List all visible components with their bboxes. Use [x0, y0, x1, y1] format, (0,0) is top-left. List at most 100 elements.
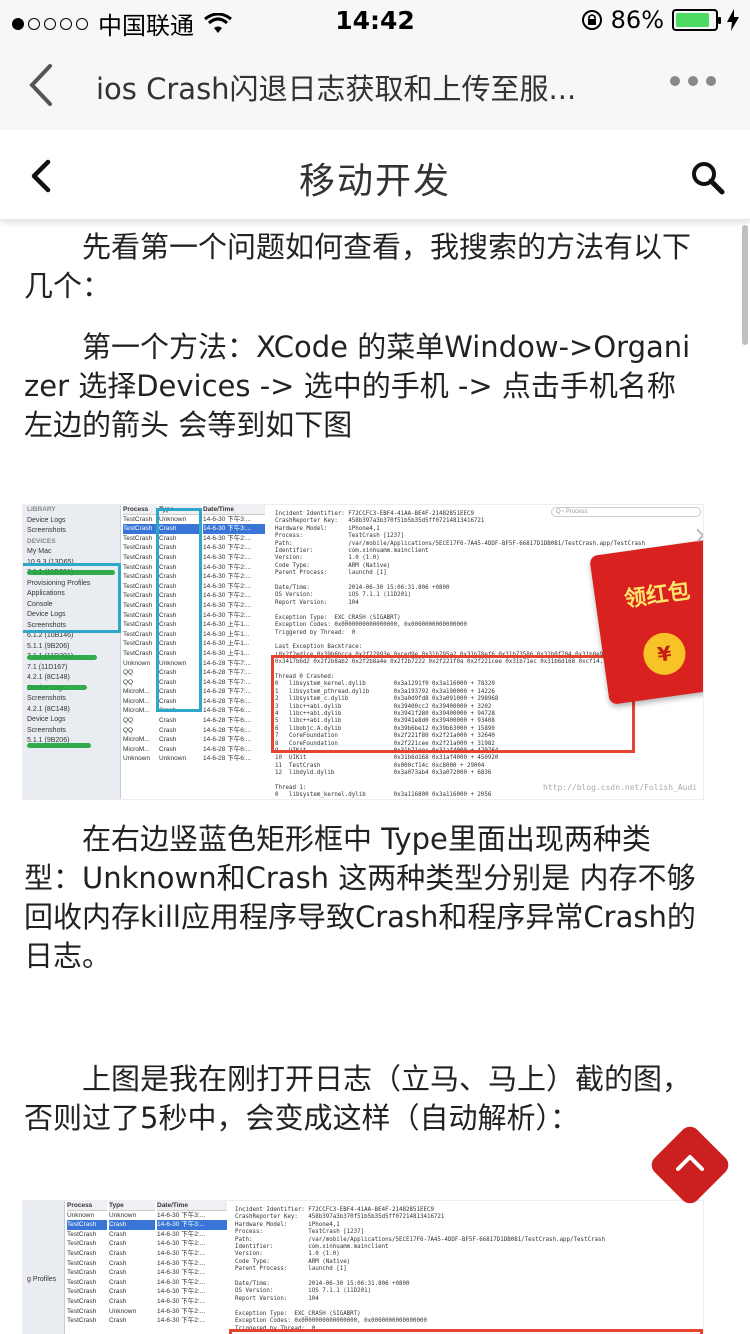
status-bar: 中国联通 14:42 86%: [0, 0, 750, 40]
process-cell: TestCrash: [123, 630, 153, 638]
battery-percent: 86%: [610, 6, 664, 34]
sidebar-item-cell: [23, 1222, 64, 1233]
date-cell: 14-6-30 下午2:...: [157, 1249, 206, 1257]
date-cell: 14-6-30 上午1...: [203, 649, 250, 657]
type-cell: Crash: [159, 717, 177, 725]
search-icon[interactable]: [690, 160, 726, 196]
process-cell: TestCrash: [123, 553, 153, 561]
sidebar-item-cell: [23, 1254, 64, 1265]
date-cell: 14-6-30 下午3:...: [157, 1220, 227, 1230]
date-cell: 14-6-28 下午6:...: [203, 707, 252, 715]
process-cell: MicroM...: [123, 736, 150, 744]
sidebar-item-cell: Screenshots: [27, 726, 66, 734]
sidebar-item-cell: Screenshots: [27, 695, 66, 702]
type-cell: Unknown: [109, 1307, 137, 1315]
process-cell: TestCrash: [123, 640, 153, 648]
redaction-mark: [27, 570, 115, 575]
thread-highlight-box: [271, 655, 635, 753]
process-cell: TestCrash: [123, 592, 153, 600]
date-cell: 14-6-30 下午2:...: [157, 1307, 206, 1315]
watermark: http://blog.csdn.net/Folish_Audi: [543, 783, 698, 792]
redaction-mark: [27, 685, 87, 690]
sidebar-item-cell: [23, 1212, 64, 1223]
sidebar-item-cell: [23, 1233, 64, 1244]
sidebar-item-cell: [23, 1296, 64, 1307]
sidebar-item-cell: DEVICES: [27, 537, 56, 545]
process-cell: Unknown: [123, 755, 151, 763]
process-column: Process TestCrash TestCrash TestCrash TestCr…: [123, 505, 157, 764]
thread-highlight-box: [229, 1329, 703, 1334]
article-paragraph-2: 第一个方法：XCode 的菜单Window->Organizer 选择Devic…: [24, 330, 691, 442]
process-cell: TestCrash: [67, 1317, 97, 1325]
date-cell: 14-6-28 下午6:...: [203, 697, 252, 705]
date-cell: 14-6-28 下午6:...: [203, 755, 252, 763]
screenshot-search-field: Q~ Process: [551, 507, 701, 517]
process-cell: TestCrash: [67, 1278, 97, 1286]
process-cell: TestCrash: [123, 649, 153, 657]
sidebar-item-cell: 4.2.1 (8C148): [27, 674, 70, 681]
process-cell: TestCrash: [123, 601, 153, 609]
screenshot-sidebar: LIBRARY Device Logs Screenshots DEVICES My M…: [23, 505, 121, 799]
date-cell: 14-6-30 下午2:...: [203, 534, 252, 542]
close-icon[interactable]: ×: [693, 521, 703, 549]
date-cell: 14-6-30 下午2:...: [203, 582, 252, 590]
sidebar-item-cell: [23, 1317, 64, 1328]
type-cell: Crash: [109, 1297, 127, 1305]
process-cell: TestCrash: [123, 582, 153, 590]
date-cell: 14-6-30 下午2:...: [157, 1297, 206, 1305]
red-envelope-ad[interactable]: 领红包 ¥: [589, 539, 703, 705]
date-column: Date/Time 14-6-30 下午3:... 14-6-30 下午3:... 1…: [203, 505, 265, 764]
date-cell: 14-6-30 下午2:...: [157, 1269, 206, 1277]
process-cell: TestCrash: [123, 515, 153, 523]
article-content: 先看第一个问题如何查看，我搜索的方法有以下几个： 第一个方法：XCode 的菜单…: [0, 222, 750, 1334]
type-cell: Crash: [159, 745, 177, 753]
type-cell: Unknown: [109, 1211, 137, 1219]
chevron-up-icon[interactable]: [672, 1145, 708, 1181]
date-cell: 14-6-28 下午6:...: [203, 745, 252, 753]
type-cell: Crash: [109, 1220, 155, 1230]
redaction-mark: [27, 743, 91, 748]
sidebar-item-cell: My Mac: [27, 548, 52, 555]
date-cell: 14-6-30 下午3:...: [203, 524, 265, 534]
type-cell: Crash: [109, 1249, 127, 1257]
process-cell: Unknown: [67, 1211, 95, 1219]
date-cell: 14-6-30 下午2:...: [203, 563, 252, 571]
sidebar-item-cell: Device Logs: [27, 716, 66, 723]
process-cell: TestCrash: [67, 1240, 97, 1248]
sidebar-item-cell: [23, 1285, 64, 1296]
date-cell: 14-6-30 上午1...: [203, 621, 250, 629]
date-cell: Date/Time: [157, 1201, 227, 1211]
date-cell: 14-6-30 下午2:...: [203, 601, 252, 609]
process-cell: QQ: [123, 726, 134, 734]
date-cell: 14-6-28 下午7:...: [203, 669, 252, 677]
date-cell: 14-6-30 上午1...: [203, 640, 250, 648]
red-envelope-label: 领红包: [622, 578, 692, 613]
type-cell: Crash: [159, 736, 177, 744]
process-cell: MicroM...: [123, 688, 150, 696]
date-cell: 14-6-30 下午2:...: [203, 592, 252, 600]
type-cell: Type: [109, 1201, 155, 1211]
coin-icon: ¥: [640, 630, 689, 678]
orientation-lock-icon: [581, 10, 602, 30]
back-icon[interactable]: [22, 60, 62, 110]
sidebar-item-cell: Screenshots: [27, 527, 66, 534]
process-cell: QQ: [123, 669, 134, 677]
article-paragraph-1: 先看第一个问题如何查看，我搜索的方法有以下几个：: [24, 230, 692, 303]
sidebar-item-cell: 7.1 (11D167): [27, 663, 68, 671]
date-cell: 14-6-30 下午2:...: [203, 611, 252, 619]
sidebar-item-cell: Device Logs: [27, 516, 66, 524]
more-dots-icon[interactable]: [670, 76, 716, 86]
sidebar-item-cell: [23, 1243, 64, 1254]
type-column: Type Unknown Crash Crash Crash Crash Crash Cras…: [109, 1201, 155, 1326]
charging-bolt-icon: [727, 9, 739, 31]
process-cell: QQ: [123, 678, 134, 686]
date-cell: 14-6-30 下午2:...: [203, 573, 252, 581]
process-cell: TestCrash: [67, 1220, 107, 1230]
type-cell: Crash: [109, 1317, 127, 1325]
date-cell: 14-6-28 下午6:...: [203, 726, 252, 734]
battery-icon: [672, 9, 721, 31]
process-cell: Unknown: [123, 659, 151, 667]
type-cell: Crash: [109, 1278, 127, 1286]
sidebar-item-cell: 5.1.1 (9B206): [27, 642, 70, 650]
type-cell: Crash: [109, 1288, 127, 1296]
